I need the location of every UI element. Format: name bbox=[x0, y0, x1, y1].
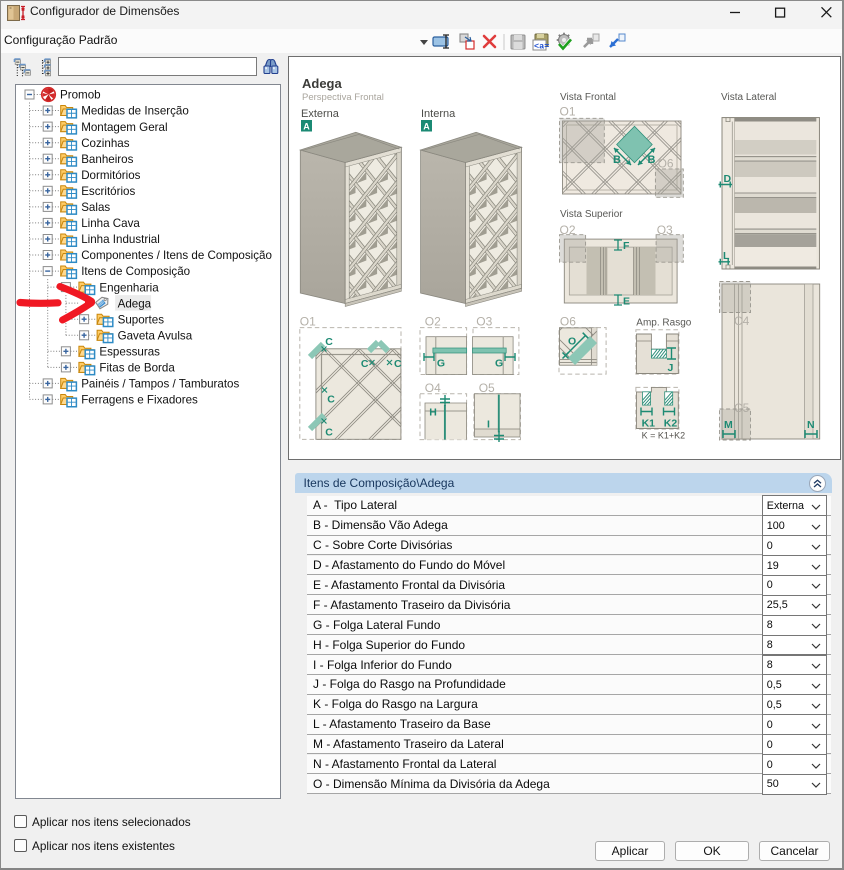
svg-text:Adega: Adega bbox=[118, 297, 152, 310]
svg-text:Interna: Interna bbox=[421, 108, 456, 120]
svg-text:Linha Industrial: Linha Industrial bbox=[81, 233, 160, 246]
svg-text:O5: O5 bbox=[479, 381, 495, 395]
svg-text:B: B bbox=[613, 154, 621, 166]
svg-text:C: C bbox=[325, 336, 333, 348]
svg-text:K2: K2 bbox=[664, 417, 678, 429]
svg-text:K = K1+K2: K = K1+K2 bbox=[642, 431, 686, 441]
svg-text:M: M bbox=[724, 419, 733, 431]
svg-text:C4: C4 bbox=[734, 314, 750, 328]
svg-text:A: A bbox=[423, 122, 430, 132]
svg-text:J: J bbox=[668, 362, 674, 374]
svg-text:H: H bbox=[429, 407, 437, 419]
svg-text:Salas: Salas bbox=[81, 201, 110, 214]
svg-text:O2: O2 bbox=[425, 315, 441, 329]
svg-text:O6: O6 bbox=[560, 315, 576, 329]
svg-text:G: G bbox=[495, 358, 503, 370]
svg-text:C: C bbox=[327, 394, 335, 406]
svg-text:O1: O1 bbox=[300, 315, 316, 329]
svg-text:Engenharia: Engenharia bbox=[99, 281, 159, 294]
svg-text:O3: O3 bbox=[476, 315, 492, 329]
svg-text:F: F bbox=[623, 240, 630, 252]
svg-text:Amp. Rasgo: Amp. Rasgo bbox=[636, 318, 691, 329]
svg-text:Itens de Composição: Itens de Composição bbox=[81, 265, 190, 278]
svg-text:Externa: Externa bbox=[301, 108, 340, 120]
svg-text:Vista Frontal: Vista Frontal bbox=[560, 92, 616, 103]
svg-text:Suportes: Suportes bbox=[118, 313, 165, 326]
svg-text:L: L bbox=[723, 250, 730, 262]
svg-text:Vista Superior: Vista Superior bbox=[560, 209, 623, 220]
svg-text:Promob: Promob bbox=[60, 89, 101, 102]
svg-text:Dormitórios: Dormitórios bbox=[81, 169, 140, 182]
svg-text:Vista Lateral: Vista Lateral bbox=[721, 92, 776, 103]
svg-text:B: B bbox=[648, 154, 656, 166]
svg-text:Fitas de Borda: Fitas de Borda bbox=[99, 362, 175, 375]
svg-text:G: G bbox=[437, 358, 445, 370]
svg-text:C: C bbox=[325, 427, 333, 439]
svg-text:I: I bbox=[487, 419, 490, 431]
svg-text:Adega: Adega bbox=[302, 76, 343, 91]
svg-text:K1: K1 bbox=[642, 417, 656, 429]
svg-text:Escritórios: Escritórios bbox=[81, 185, 135, 198]
svg-text:C: C bbox=[394, 358, 402, 370]
svg-text:Medidas de Inserção: Medidas de Inserção bbox=[81, 105, 189, 118]
svg-text:C: C bbox=[361, 358, 369, 370]
svg-text:Espessuras: Espessuras bbox=[99, 346, 160, 359]
svg-text:E: E bbox=[623, 296, 630, 308]
svg-text:Painéis / Tampos / Tamburatos: Painéis / Tampos / Tamburatos bbox=[81, 378, 239, 391]
svg-text:Linha Cava: Linha Cava bbox=[81, 217, 140, 230]
svg-text:<a=: <a= bbox=[534, 42, 549, 52]
svg-text:O4: O4 bbox=[425, 381, 441, 395]
svg-text:A: A bbox=[303, 122, 310, 132]
svg-text:N: N bbox=[807, 419, 815, 431]
svg-text:Banheiros: Banheiros bbox=[81, 153, 133, 166]
svg-text:O1: O1 bbox=[560, 105, 576, 119]
svg-text:Componentes / Itens de Composi: Componentes / Itens de Composição bbox=[81, 249, 272, 262]
svg-text:Perspectiva Frontal: Perspectiva Frontal bbox=[302, 92, 384, 103]
svg-text:Ferragens e Fixadores: Ferragens e Fixadores bbox=[81, 394, 198, 407]
svg-text:Gaveta Avulsa: Gaveta Avulsa bbox=[118, 329, 193, 342]
svg-text:Cozinhas: Cozinhas bbox=[81, 137, 130, 150]
svg-text:Montagem Geral: Montagem Geral bbox=[81, 121, 167, 134]
svg-text:O6: O6 bbox=[658, 157, 674, 171]
